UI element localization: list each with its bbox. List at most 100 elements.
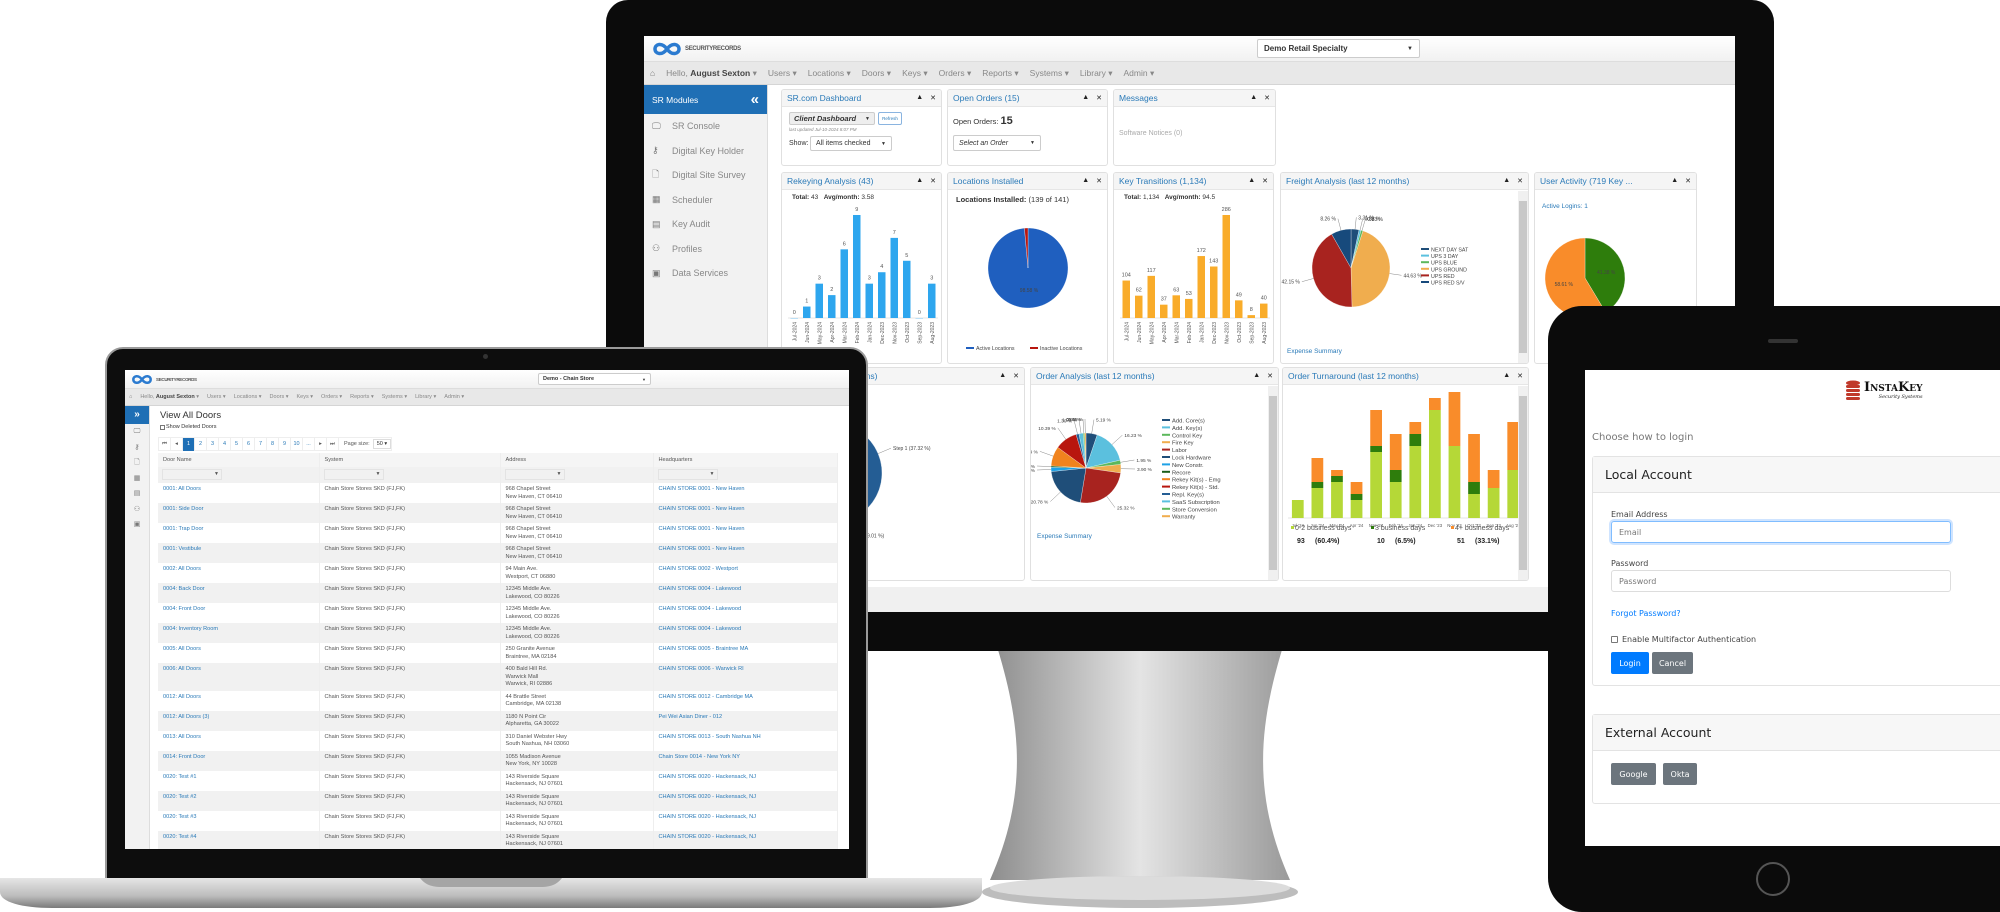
nav-menu-doors[interactable]: Doors ▾ <box>862 68 891 79</box>
nav-menu-library[interactable]: Library ▾ <box>415 394 436 400</box>
nav-menu-orders[interactable]: Orders ▾ <box>939 68 972 79</box>
scrollbar[interactable] <box>1518 191 1528 363</box>
order-select[interactable]: Select an Order ▼ <box>953 135 1041 151</box>
show-deleted-toggle[interactable]: Show Deleted Doors <box>160 424 216 430</box>
page-10[interactable]: 10 <box>291 437 303 451</box>
page-7[interactable]: 7 <box>255 437 267 451</box>
filter-icon[interactable]: ▼ <box>214 471 219 479</box>
nav-menu-doors[interactable]: Doors ▾ <box>270 394 289 400</box>
expense-summary-link[interactable]: Expense Summary <box>1287 348 1342 355</box>
headquarters-link[interactable]: CHAIN STORE 0020 - Hackensack, NJ <box>653 770 838 791</box>
page-2[interactable]: 2 <box>195 437 207 451</box>
door-name-link[interactable]: 0001: All Doors <box>158 483 320 503</box>
nav-menu-keys[interactable]: Keys ▾ <box>297 394 314 400</box>
nav-menu-locations[interactable]: Locations ▾ <box>234 394 262 400</box>
door-name-link[interactable]: 0020: Test #1 <box>158 770 320 791</box>
chart-icon[interactable]: ▣ <box>125 517 149 533</box>
page-3[interactable]: 3 <box>207 437 219 451</box>
calculator-icon[interactable]: ▤ <box>125 486 149 502</box>
password-input[interactable]: Password <box>1611 570 1951 592</box>
column-filter-input[interactable]: ▼ <box>162 469 222 480</box>
sidebar-item-key-audit[interactable]: ▤ Key Audit <box>644 212 767 237</box>
client-select[interactable]: Demo Retail Specialty ▼ <box>1257 39 1420 58</box>
page-9[interactable]: 9 <box>279 437 291 451</box>
filter-icon[interactable]: ▼ <box>710 471 715 479</box>
google-login-button[interactable]: Google <box>1611 763 1656 785</box>
forgot-password-link[interactable]: Forgot Password? <box>1611 609 1681 618</box>
door-name-link[interactable]: 0001: Vestibule <box>158 543 320 563</box>
refresh-button[interactable]: Refresh <box>878 112 902 125</box>
door-name-link[interactable]: 0004: Inventory Room <box>158 623 320 643</box>
sidebar-item-digital-site-survey[interactable]: 🗋 Digital Site Survey <box>644 163 767 188</box>
column-header[interactable]: Address <box>500 453 654 467</box>
headquarters-link[interactable]: CHAIN STORE 0001 - New Haven <box>653 483 838 503</box>
column-filter-input[interactable]: ▼ <box>323 469 384 480</box>
last-page-icon[interactable]: ⏭ <box>327 437 339 451</box>
door-name-link[interactable]: 0005: All Doors <box>158 643 320 663</box>
column-header[interactable]: System <box>319 453 501 467</box>
dashboard-select[interactable]: Client Dashboard ▼ <box>789 112 875 125</box>
first-page-icon[interactable]: ⏮ <box>159 437 171 451</box>
key-icon[interactable]: ⚷ <box>125 440 149 456</box>
headquarters-link[interactable]: CHAIN STORE 0020 - Hackensack, NJ <box>653 830 838 849</box>
door-name-link[interactable]: 0004: Back Door <box>158 583 320 603</box>
door-name-link[interactable]: 0002: All Doors <box>158 563 320 583</box>
door-name-link[interactable]: 0004: Front Door <box>158 603 320 623</box>
door-name-link[interactable]: 0001: Trap Door <box>158 523 320 543</box>
home-icon[interactable]: ⌂ <box>129 394 132 400</box>
door-name-link[interactable]: 0012: All Doors (3) <box>158 710 320 731</box>
scrollbar[interactable] <box>1268 386 1278 580</box>
nav-menu-locations[interactable]: Locations ▾ <box>808 68 851 79</box>
headquarters-link[interactable]: CHAIN STORE 0012 - Cambridge MA <box>653 690 838 711</box>
close-icon[interactable]: ✕ <box>1096 94 1102 102</box>
headquarters-link[interactable]: Pei Wei Asian Diner - 012 <box>653 710 838 731</box>
show-select[interactable]: All items checked ▼ <box>810 136 892 151</box>
cancel-button[interactable]: Cancel <box>1652 652 1693 674</box>
scrollbar[interactable] <box>1518 386 1528 580</box>
filter-icon[interactable]: ▼ <box>557 471 562 479</box>
email-input[interactable]: Email <box>1611 521 1951 543</box>
headquarters-link[interactable]: CHAIN STORE 0004 - Lakewood <box>653 603 838 623</box>
door-name-link[interactable]: 0020: Test #3 <box>158 810 320 831</box>
next-page-icon[interactable]: ▸ <box>315 437 327 451</box>
document-icon[interactable]: 🗋 <box>125 455 149 471</box>
headquarters-link[interactable]: CHAIN STORE 0013 - South Nashua NH <box>653 730 838 751</box>
expense-summary-link[interactable]: Expense Summary <box>1037 533 1092 540</box>
door-name-link[interactable]: 0014: Front Door <box>158 750 320 771</box>
calendar-icon[interactable]: ▦ <box>125 471 149 487</box>
filter-icon[interactable]: ▼ <box>376 471 381 479</box>
headquarters-link[interactable]: CHAIN STORE 0020 - Hackensack, NJ <box>653 790 838 811</box>
nav-menu-admin[interactable]: Admin ▾ <box>1124 68 1155 79</box>
nav-menu-orders[interactable]: Orders ▾ <box>321 394 342 400</box>
door-name-link[interactable]: 0013: All Doors <box>158 730 320 751</box>
prev-page-icon[interactable]: ◂ <box>171 437 183 451</box>
door-name-link[interactable]: 0020: Test #2 <box>158 790 320 811</box>
collapse-icon[interactable]: ▲ <box>1250 94 1257 102</box>
sidebar-item-profiles[interactable]: ⚇ Profiles <box>644 237 767 262</box>
sidebar-item-sr-console[interactable]: 🖵 SR Console <box>644 114 767 139</box>
page-4[interactable]: 4 <box>219 437 231 451</box>
door-name-link[interactable]: 0006: All Doors <box>158 663 320 691</box>
user-menu[interactable]: Hello, August Sexton ▾ <box>140 394 199 400</box>
headquarters-link[interactable]: CHAIN STORE 0006 - Warwick RI <box>653 663 838 691</box>
double-chevron-left-icon[interactable]: « <box>751 91 759 108</box>
headquarters-link[interactable]: CHAIN STORE 0001 - New Haven <box>653 543 838 563</box>
nav-menu-systems[interactable]: Systems ▾ <box>382 394 407 400</box>
close-icon[interactable]: ✕ <box>1264 94 1270 102</box>
okta-login-button[interactable]: Okta <box>1663 763 1697 785</box>
headquarters-link[interactable]: CHAIN STORE 0020 - Hackensack, NJ <box>653 810 838 831</box>
door-name-link[interactable]: 0001: Side Door <box>158 503 320 523</box>
door-name-link[interactable]: 0020: Test #4 <box>158 830 320 849</box>
mfa-option[interactable]: Enable Multifactor Authentication <box>1611 635 1756 644</box>
double-chevron-right-icon[interactable]: » <box>125 406 149 424</box>
close-icon[interactable]: ✕ <box>930 94 936 102</box>
column-header[interactable]: Headquarters <box>653 453 838 467</box>
home-icon[interactable]: ⌂ <box>650 68 655 78</box>
nav-menu-reports[interactable]: Reports ▾ <box>350 394 374 400</box>
headquarters-link[interactable]: CHAIN STORE 0002 - Westport <box>653 563 838 583</box>
nav-menu-systems[interactable]: Systems ▾ <box>1030 68 1069 79</box>
headquarters-link[interactable]: CHAIN STORE 0004 - Lakewood <box>653 623 838 643</box>
page-5[interactable]: 5 <box>231 437 243 451</box>
headquarters-link[interactable]: Chain Store 0014 - New York NY <box>653 750 838 771</box>
page-8[interactable]: 8 <box>267 437 279 451</box>
